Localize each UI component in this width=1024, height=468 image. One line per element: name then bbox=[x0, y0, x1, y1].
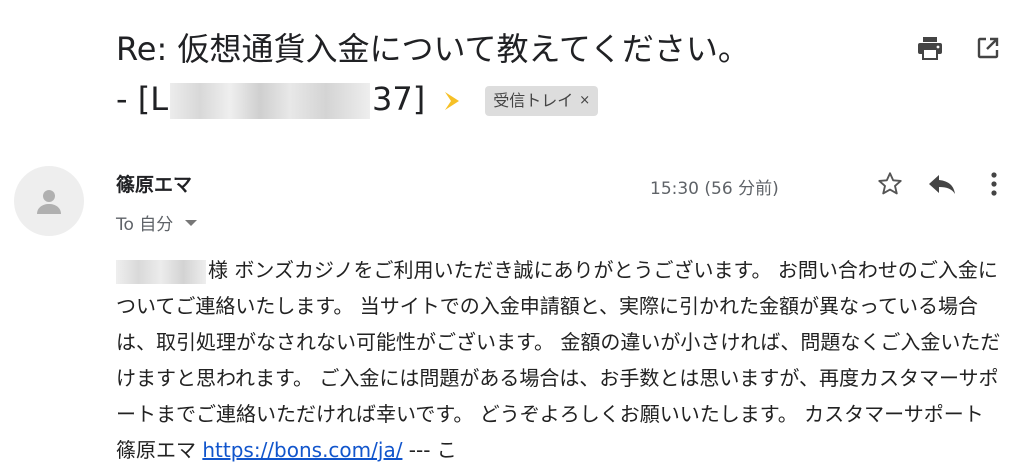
label-chip-inbox[interactable]: 受信トレイ × bbox=[485, 86, 599, 116]
subject-prefix: - [L bbox=[116, 80, 169, 118]
sender-name[interactable]: 篠原エマ bbox=[116, 170, 192, 197]
message-body-tail: --- こ bbox=[402, 438, 457, 462]
message-body: 様 ボンズカジノをご利用いただき誠にありがとうございます。 お問い合わせのご入金… bbox=[116, 252, 1006, 468]
star-icon[interactable] bbox=[872, 166, 908, 202]
email-subject: Re: 仮想通貨入金について教えてください。 - [L 37] 受信トレイ × bbox=[116, 24, 896, 124]
message-body-text: 様 ボンズカジノをご利用いただき誠にありがとうございます。 お問い合わせのご入金… bbox=[116, 258, 1001, 462]
subject-line-1: Re: 仮想通貨入金について教えてください。 bbox=[116, 30, 750, 68]
redacted-block bbox=[170, 83, 371, 119]
open-in-new-window-icon[interactable] bbox=[970, 30, 1006, 66]
message-actions bbox=[872, 166, 1012, 202]
message-timestamp: 15:30 (56 分前) bbox=[650, 179, 779, 199]
subject-line-2: - [L 37] 受信トレイ × bbox=[116, 74, 896, 124]
redacted-name bbox=[116, 259, 206, 284]
recipient-dropdown[interactable]: To 自分 bbox=[116, 210, 198, 235]
sender-avatar[interactable] bbox=[14, 166, 84, 236]
label-chip-text: 受信トレイ bbox=[493, 91, 574, 110]
thread-toolbar bbox=[912, 30, 1006, 66]
reply-icon[interactable] bbox=[924, 166, 960, 202]
subject-suffix: 37] bbox=[372, 80, 426, 118]
remove-label-icon[interactable]: × bbox=[579, 88, 590, 114]
default-person-icon bbox=[37, 190, 61, 214]
more-options-icon[interactable] bbox=[976, 166, 1012, 202]
support-link[interactable]: https://bons.com/ja/ bbox=[202, 438, 402, 462]
importance-marker-icon[interactable] bbox=[445, 92, 460, 110]
recipient-label: To 自分 bbox=[116, 215, 174, 235]
print-icon[interactable] bbox=[912, 30, 948, 66]
chevron-down-icon bbox=[185, 219, 198, 226]
